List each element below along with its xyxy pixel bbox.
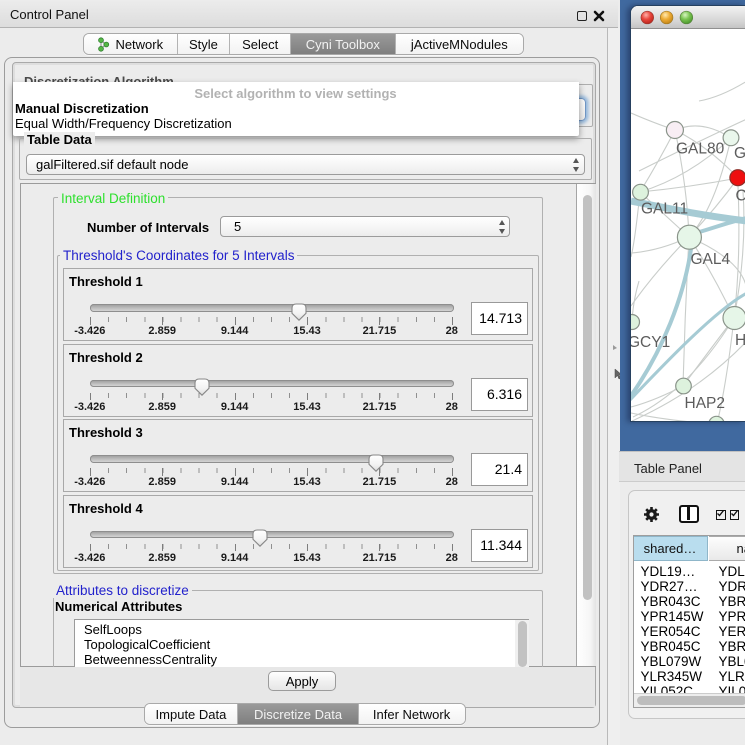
svg-text:GAL3: GAL3 — [734, 145, 745, 162]
svg-text:HS: HS — [735, 332, 745, 349]
svg-text:GAL4: GAL4 — [691, 251, 731, 268]
svg-text:HAP2: HAP2 — [685, 395, 726, 412]
svg-text:GCY1: GCY1 — [631, 334, 670, 351]
svg-text:CD: CD — [736, 188, 745, 205]
svg-text:GAL11: GAL11 — [641, 201, 688, 218]
svg-text:GAL80: GAL80 — [676, 141, 725, 158]
